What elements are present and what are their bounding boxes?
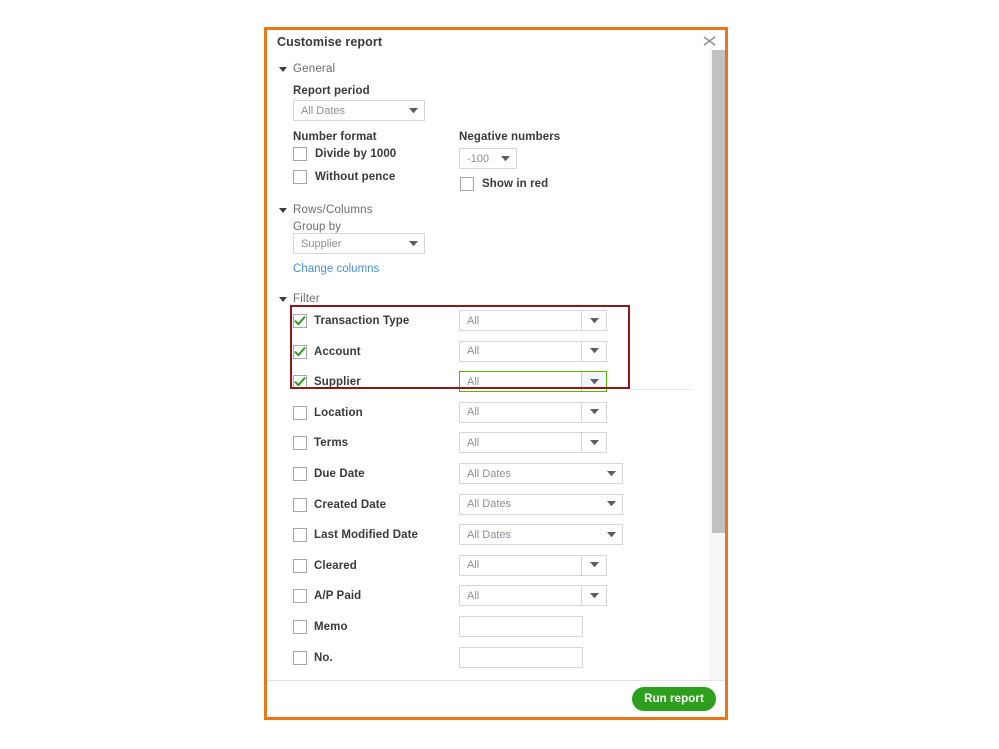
panel-header: Customise report bbox=[267, 30, 725, 58]
scrollbar-thumb[interactable] bbox=[712, 50, 725, 533]
filter-label-supplier: Supplier bbox=[314, 376, 361, 388]
filter-checkbox-supplier[interactable] bbox=[293, 375, 307, 389]
filter-dropdown-value-account: All bbox=[460, 345, 581, 357]
chevron-down-icon bbox=[279, 297, 287, 302]
filter-checkbox-last-modified-date[interactable] bbox=[293, 528, 307, 542]
filter-checkbox-due-date[interactable] bbox=[293, 467, 307, 481]
customise-report-panel: Customise report General Report period A… bbox=[264, 27, 728, 720]
number-format-label: Number format bbox=[293, 131, 377, 143]
negative-numbers-dropdown[interactable]: -100 bbox=[459, 148, 517, 169]
negative-numbers-value: -100 bbox=[460, 153, 494, 165]
divide-by-1000-label: Divide by 1000 bbox=[315, 148, 396, 160]
filter-dropdown-value-terms: All bbox=[460, 437, 581, 449]
section-label-general: General bbox=[293, 63, 335, 75]
filter-dropdown-value-cleared: All bbox=[460, 559, 581, 571]
run-report-button[interactable]: Run report bbox=[632, 687, 716, 711]
filter-dropdown-transaction-type[interactable]: All bbox=[459, 310, 607, 331]
filter-label-due-date: Due Date bbox=[314, 468, 365, 480]
filter-dropdown-location[interactable]: All bbox=[459, 402, 607, 423]
section-label-rows-columns: Rows/Columns bbox=[293, 204, 373, 216]
filter-label-account: Account bbox=[314, 346, 361, 358]
section-header-rows-columns[interactable]: Rows/Columns bbox=[279, 204, 373, 216]
filter-checkbox-memo[interactable] bbox=[293, 620, 307, 634]
filter-label-location: Location bbox=[314, 407, 363, 419]
filter-checkbox-cleared[interactable] bbox=[293, 559, 307, 573]
filter-label-created-date: Created Date bbox=[314, 499, 386, 511]
chevron-down-icon bbox=[581, 372, 606, 391]
filter-label-terms: Terms bbox=[314, 437, 348, 449]
filter-dropdown-account[interactable]: All bbox=[459, 341, 607, 362]
filter-dropdown-due-date[interactable]: All Dates bbox=[459, 463, 623, 484]
chevron-down-icon bbox=[581, 586, 606, 605]
chevron-down-icon bbox=[581, 311, 606, 330]
chevron-down-icon bbox=[402, 241, 424, 247]
chevron-down-icon bbox=[600, 471, 622, 477]
filter-dropdown-value-transaction-type: All bbox=[460, 315, 581, 327]
section-header-general[interactable]: General bbox=[279, 63, 335, 75]
chevron-down-icon bbox=[600, 501, 622, 507]
chevron-down-icon bbox=[581, 433, 606, 452]
report-period-dropdown[interactable]: All Dates bbox=[293, 100, 425, 121]
filter-input-memo[interactable] bbox=[459, 616, 583, 637]
page-title: Customise report bbox=[277, 35, 382, 49]
close-icon[interactable] bbox=[701, 33, 718, 50]
panel-scroll-body: General Report period All Dates Number f… bbox=[267, 58, 707, 708]
filter-dropdown-cleared[interactable]: All bbox=[459, 555, 607, 576]
filter-dropdown-value-due-date: All Dates bbox=[460, 468, 600, 480]
filter-label-transaction-type: Transaction Type bbox=[314, 315, 409, 327]
chevron-down-icon bbox=[581, 403, 606, 422]
filter-dropdown-terms[interactable]: All bbox=[459, 432, 607, 453]
without-pence-label: Without pence bbox=[315, 171, 395, 183]
group-by-label: Group by bbox=[293, 221, 341, 233]
filter-input-no[interactable] bbox=[459, 647, 583, 668]
negative-numbers-label: Negative numbers bbox=[459, 131, 560, 143]
filter-label-cleared: Cleared bbox=[314, 560, 357, 572]
filter-dropdown-supplier[interactable]: All bbox=[459, 371, 607, 392]
filter-label-a-p-paid: A/P Paid bbox=[314, 590, 361, 602]
change-columns-link[interactable]: Change columns bbox=[293, 263, 379, 275]
report-period-value: All Dates bbox=[294, 105, 402, 117]
chevron-down-icon bbox=[279, 208, 287, 213]
group-by-value: Supplier bbox=[294, 238, 402, 250]
filter-checkbox-transaction-type[interactable] bbox=[293, 314, 307, 328]
filter-checkbox-account[interactable] bbox=[293, 345, 307, 359]
section-header-filter[interactable]: Filter bbox=[279, 293, 320, 305]
vertical-scrollbar[interactable] bbox=[710, 50, 725, 709]
filter-dropdown-value-location: All bbox=[460, 406, 581, 418]
filter-checkbox-created-date[interactable] bbox=[293, 498, 307, 512]
filter-label-no: No. bbox=[314, 652, 333, 664]
filter-dropdown-value-supplier: All bbox=[460, 376, 581, 388]
report-period-label: Report period bbox=[293, 85, 370, 97]
chevron-down-icon bbox=[581, 556, 606, 575]
divide-by-1000-checkbox[interactable] bbox=[293, 147, 307, 161]
chevron-down-icon bbox=[279, 67, 287, 72]
chevron-down-icon bbox=[600, 532, 622, 538]
panel-footer: Run report bbox=[267, 680, 725, 717]
section-label-filter: Filter bbox=[293, 293, 320, 305]
filter-divider bbox=[630, 389, 692, 390]
chevron-down-icon bbox=[402, 108, 424, 114]
filter-label-last-modified-date: Last Modified Date bbox=[314, 529, 418, 541]
filter-checkbox-location[interactable] bbox=[293, 406, 307, 420]
filter-dropdown-created-date[interactable]: All Dates bbox=[459, 494, 623, 515]
chevron-down-icon bbox=[581, 342, 606, 361]
filter-dropdown-a-p-paid[interactable]: All bbox=[459, 585, 607, 606]
filter-dropdown-value-last-modified-date: All Dates bbox=[460, 529, 600, 541]
show-in-red-checkbox[interactable] bbox=[460, 177, 474, 191]
filter-dropdown-value-created-date: All Dates bbox=[460, 498, 600, 510]
filter-label-memo: Memo bbox=[314, 621, 348, 633]
filter-checkbox-no[interactable] bbox=[293, 651, 307, 665]
chevron-down-icon bbox=[494, 156, 516, 162]
filter-dropdown-value-a-p-paid: All bbox=[460, 590, 581, 602]
filter-dropdown-last-modified-date[interactable]: All Dates bbox=[459, 524, 623, 545]
show-in-red-label: Show in red bbox=[482, 178, 548, 190]
group-by-dropdown[interactable]: Supplier bbox=[293, 233, 425, 254]
filter-checkbox-a-p-paid[interactable] bbox=[293, 589, 307, 603]
without-pence-checkbox[interactable] bbox=[293, 170, 307, 184]
filter-checkbox-terms[interactable] bbox=[293, 436, 307, 450]
